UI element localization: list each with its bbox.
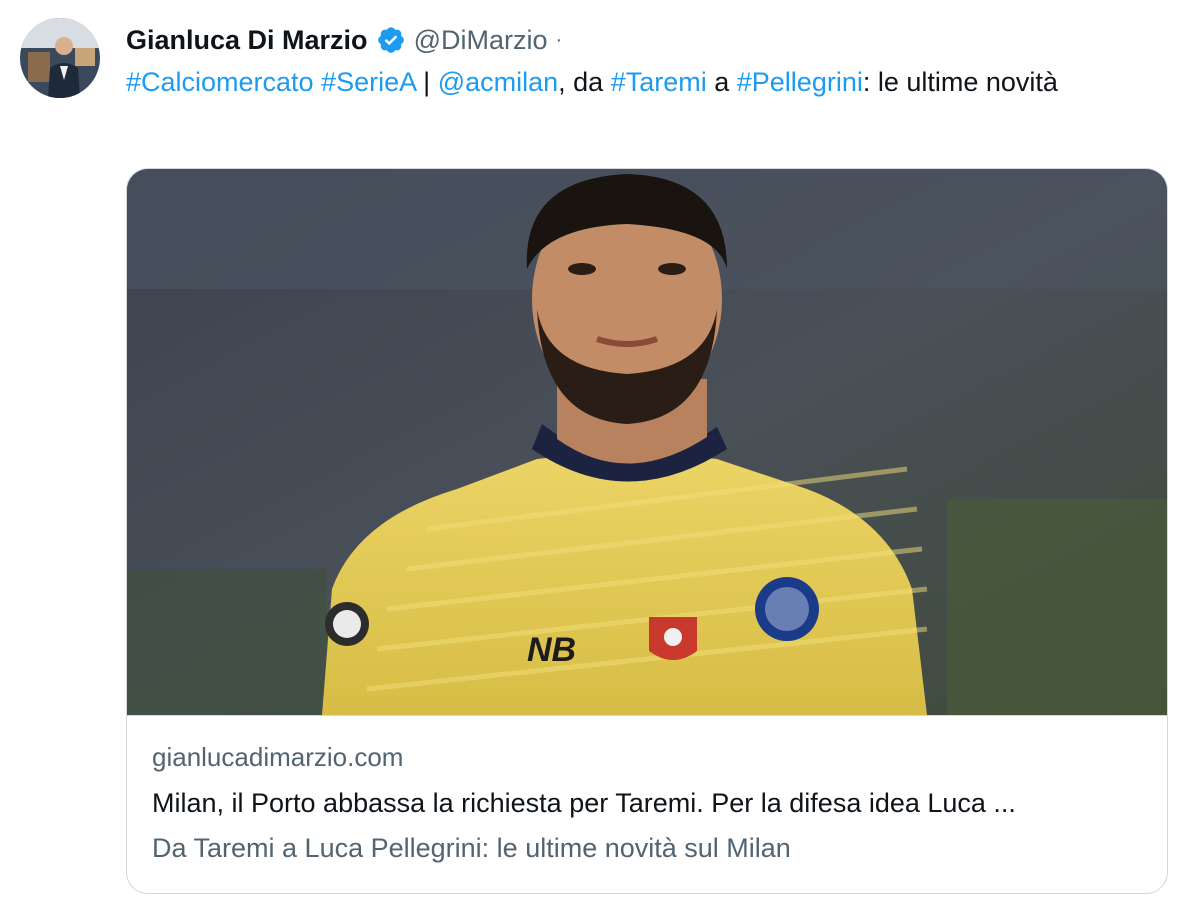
hashtag-link[interactable]: #Calciomercato — [126, 67, 314, 97]
tweet-text: #Calciomercato #SerieA | @acmilan, da #T… — [126, 64, 1146, 100]
tweet-header: Gianluca Di Marzio @DiMarzio · — [126, 20, 562, 60]
tweet-text-segment: a — [706, 67, 737, 97]
tweet-text-segment: , da — [558, 67, 611, 97]
hashtag-link[interactable]: #SerieA — [321, 67, 416, 97]
author-avatar[interactable] — [20, 18, 100, 98]
footballer-photo: NB — [127, 169, 1167, 715]
author-handle[interactable]: @DiMarzio — [414, 25, 548, 56]
svg-text:NB: NB — [527, 631, 576, 669]
card-title: Milan, il Porto abbassa la richiesta per… — [152, 788, 1016, 818]
card-image[interactable]: NB — [127, 169, 1167, 715]
hashtag-link[interactable]: #Taremi — [611, 67, 707, 97]
card-domain: gianlucadimarzio.com — [152, 742, 404, 772]
verified-badge-icon — [376, 25, 406, 55]
hashtag-link[interactable]: #Pellegrini — [737, 67, 863, 97]
author-display-name[interactable]: Gianluca Di Marzio — [126, 25, 368, 56]
card-meta[interactable]: gianlucadimarzio.com Milan, il Porto abb… — [127, 715, 1167, 893]
mention-link[interactable]: @acmilan — [438, 67, 558, 97]
link-preview-card[interactable]: NB gianlucadimarzio.com Milan, il Porto … — [126, 168, 1168, 894]
tweet-text-segment: | — [415, 67, 438, 97]
tweet-text-segment — [314, 67, 322, 97]
avatar-photo — [20, 18, 100, 98]
card-description: Da Taremi a Luca Pellegrini: le ultime n… — [152, 833, 791, 863]
tweet-text-segment: : le ultime novità — [862, 67, 1058, 97]
separator-dot: · — [555, 28, 563, 51]
